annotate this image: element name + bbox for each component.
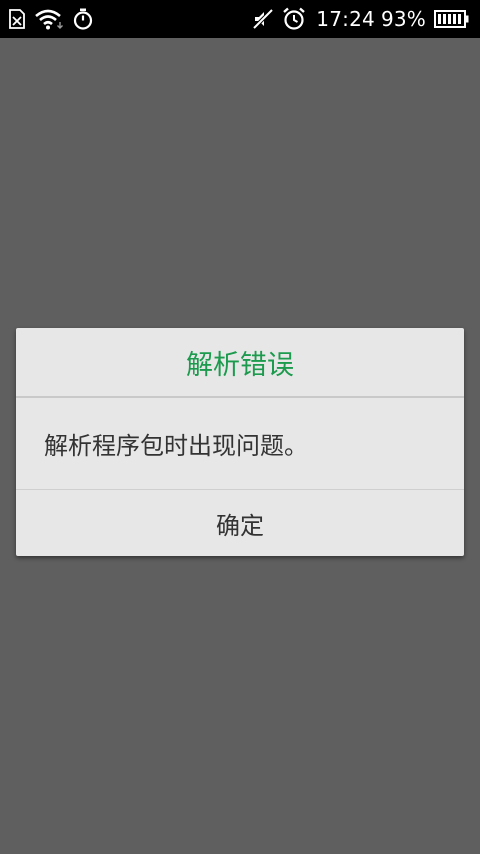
dialog-message: 解析程序包时出现问题。 bbox=[44, 432, 308, 460]
confirm-button[interactable]: 确定 bbox=[16, 490, 464, 556]
status-bar-right: 17:24 93% bbox=[252, 7, 470, 31]
silent-mode-icon bbox=[252, 8, 274, 30]
confirm-button-label: 确定 bbox=[216, 511, 264, 540]
status-bar-left bbox=[8, 8, 94, 30]
battery-percent: 93% bbox=[380, 7, 426, 31]
dialog-title: 解析错误 bbox=[186, 349, 294, 381]
screen: 17:24 93% 解析错误 解析程序包时出现问题。 确定 bbox=[0, 0, 480, 854]
parse-error-dialog: 解析错误 解析程序包时出现问题。 确定 bbox=[16, 328, 464, 556]
clock-time: 17:24 bbox=[316, 7, 375, 31]
status-bar: 17:24 93% bbox=[0, 0, 480, 38]
battery-fill bbox=[438, 14, 461, 24]
dialog-header: 解析错误 bbox=[16, 328, 464, 398]
sim-card-error-icon bbox=[8, 9, 26, 29]
battery-icon bbox=[434, 9, 470, 29]
alarm-icon bbox=[282, 7, 306, 31]
wifi-icon bbox=[34, 8, 64, 30]
stopwatch-icon bbox=[72, 8, 94, 30]
dialog-body: 解析程序包时出现问题。 bbox=[16, 398, 464, 490]
